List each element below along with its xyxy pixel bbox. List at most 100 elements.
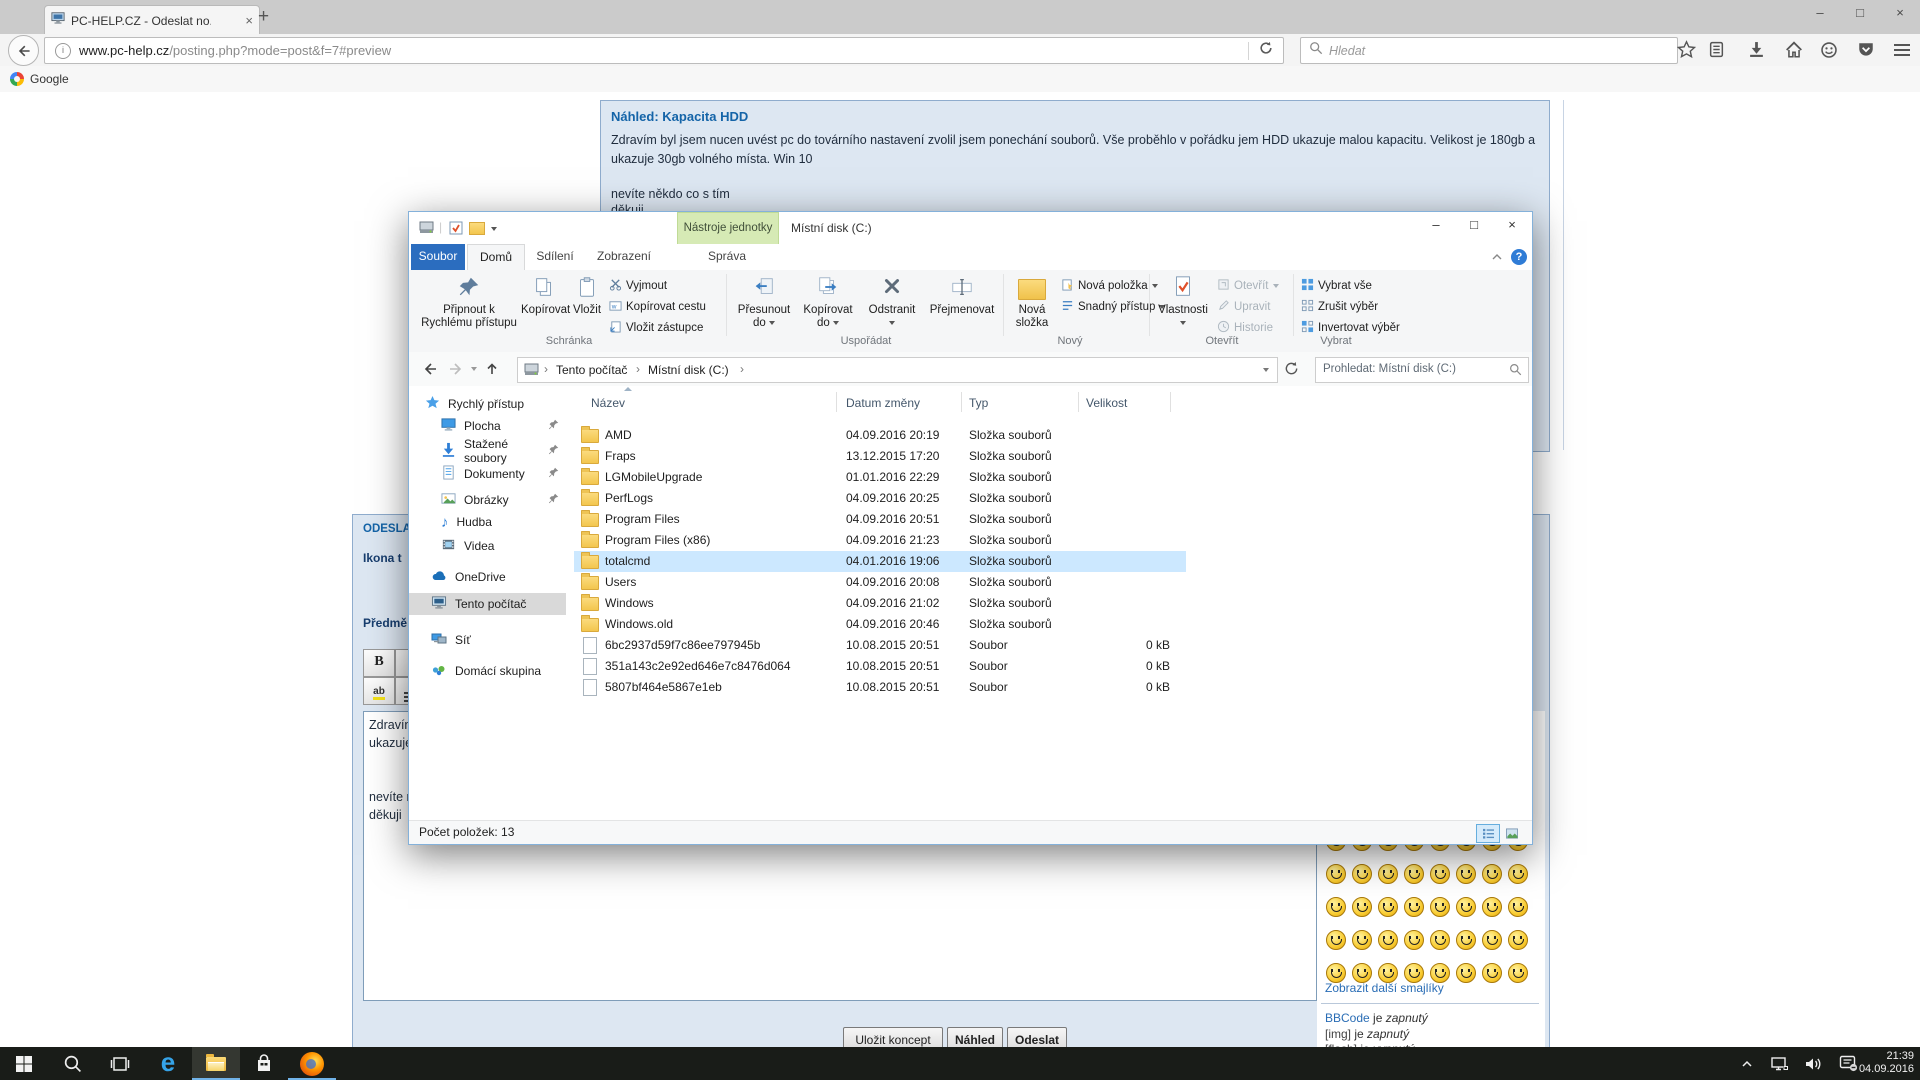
highlight-button[interactable]: ab (363, 677, 395, 705)
rename-button[interactable]: Přejmenovat (925, 272, 999, 334)
explorer-taskbar-icon[interactable] (192, 1047, 240, 1080)
sidebar-item-videos[interactable]: Videa (441, 536, 494, 556)
browser-close-button[interactable]: × (1880, 0, 1920, 27)
sidebar-item-desktop[interactable]: Plocha (441, 416, 559, 436)
contextual-tab-drive-tools[interactable]: Nástroje jednotky (677, 212, 779, 246)
details-view-button[interactable] (1476, 824, 1500, 843)
sidebar-item-pictures[interactable]: Obrázky (441, 490, 559, 510)
tab-view[interactable]: Zobrazení (587, 244, 661, 270)
column-header-type[interactable]: Typ (969, 396, 988, 410)
nav-up-icon[interactable] (483, 360, 501, 381)
sidebar-item-music[interactable]: ♪ Hudba (441, 512, 492, 532)
sidebar-item-quick-access[interactable]: Rychlý přístup (425, 394, 524, 414)
cut-button[interactable]: Vyjmout (609, 276, 667, 296)
ribbon-collapse-icon[interactable] (1491, 251, 1503, 266)
sidebar-item-this-pc[interactable]: Tento počítač (431, 594, 526, 614)
downloads-icon[interactable] (1742, 37, 1770, 62)
browser-tab[interactable]: PC-HELP.CZ - Odeslat no... × (44, 5, 260, 35)
smiley-icon[interactable] (1378, 930, 1398, 950)
qat-customize-icon[interactable] (491, 227, 497, 231)
smiley-icon[interactable] (1378, 963, 1398, 983)
menu-hamburger-icon[interactable] (1888, 37, 1916, 62)
file-row[interactable]: Windows04.09.2016 21:02Složka souborů (566, 593, 1532, 614)
file-row[interactable]: LGMobileUpgrade01.01.2016 22:29Složka so… (566, 467, 1532, 488)
file-row[interactable]: AMD04.09.2016 20:19Složka souborů (566, 425, 1532, 446)
tab-home[interactable]: Domů (467, 244, 525, 271)
smiley-icon[interactable] (1456, 930, 1476, 950)
explorer-minimize-button[interactable]: – (1416, 212, 1456, 239)
smiley-icon[interactable] (1456, 897, 1476, 917)
taskbar-clock[interactable]: 21:39 04.09.2016 (1859, 1050, 1914, 1076)
file-row[interactable]: 6bc2937d59f7c86ee797945b10.08.2015 20:51… (566, 635, 1532, 656)
nav-forward-icon[interactable] (447, 360, 465, 381)
select-all-button[interactable]: Vybrat vše (1301, 276, 1372, 296)
smiley-icon[interactable] (1430, 864, 1450, 884)
smiley-icon[interactable] (1404, 963, 1424, 983)
smiley-icon[interactable] (1508, 897, 1528, 917)
copy-path-button[interactable]: w Kopírovat cestu (609, 297, 706, 317)
smiley-icon[interactable] (1326, 864, 1346, 884)
smiley-icon[interactable] (1352, 897, 1372, 917)
store-taskbar-icon[interactable] (240, 1047, 288, 1080)
bookmarks-menu-icon[interactable] (1702, 37, 1730, 62)
file-row-selected[interactable]: totalcmd04.01.2016 19:06Složka souborů (574, 551, 1186, 572)
qat-new-folder-icon[interactable] (469, 222, 485, 235)
smiley-icon[interactable] (1404, 864, 1424, 884)
tab-close-icon[interactable]: × (245, 13, 253, 28)
move-to-button[interactable]: Přesunoutdo (733, 272, 795, 334)
volume-tray-icon[interactable] (1798, 1047, 1828, 1080)
column-header-size[interactable]: Velikost (1086, 396, 1127, 410)
more-smilies-link[interactable]: Zobrazit další smajlíky (1325, 981, 1444, 995)
explorer-maximize-button[interactable]: □ (1454, 212, 1494, 239)
site-info-icon[interactable]: i (55, 43, 71, 59)
network-tray-icon[interactable] (1764, 1047, 1794, 1080)
smiley-icon[interactable] (1352, 930, 1372, 950)
smiley-icon[interactable] (1508, 864, 1528, 884)
smiley-icon[interactable] (1456, 864, 1476, 884)
sidebar-item-documents[interactable]: Dokumenty (441, 464, 559, 484)
smiley-icon[interactable] (1352, 963, 1372, 983)
copy-button[interactable]: Kopírovat (521, 272, 567, 334)
select-none-button[interactable]: Zrušit výběr (1301, 297, 1378, 317)
edge-taskbar-icon[interactable]: e (144, 1047, 192, 1080)
smiley-icon[interactable] (1508, 930, 1528, 950)
smiley-icon[interactable] (1482, 864, 1502, 884)
smiley-icon[interactable] (1430, 897, 1450, 917)
smiley-icon[interactable] (1352, 864, 1372, 884)
help-icon[interactable]: ? (1511, 249, 1527, 265)
new-tab-button[interactable]: + (258, 6, 269, 28)
file-row[interactable]: 5807bf464e5867e1eb10.08.2015 20:51Soubor… (566, 677, 1532, 698)
file-row[interactable]: Program Files04.09.2016 20:51Složka soub… (566, 509, 1532, 530)
sidebar-item-network[interactable]: Síť (431, 630, 471, 650)
copy-to-button[interactable]: Kopírovatdo (797, 272, 859, 334)
reload-icon[interactable] (1249, 41, 1283, 60)
feedback-smiley-icon[interactable] (1815, 37, 1843, 62)
back-button[interactable] (8, 35, 39, 66)
smiley-icon[interactable] (1456, 963, 1476, 983)
refresh-icon[interactable] (1284, 361, 1299, 379)
sidebar-item-onedrive[interactable]: OneDrive (431, 567, 506, 587)
smiley-icon[interactable] (1326, 930, 1346, 950)
tab-manage[interactable]: Správa (677, 244, 777, 270)
column-header-date[interactable]: Datum změny (846, 396, 920, 410)
new-folder-button[interactable]: Novásložka (1009, 272, 1055, 334)
file-row[interactable]: Fraps13.12.2015 17:20Složka souborů (566, 446, 1532, 467)
smiley-icon[interactable] (1430, 963, 1450, 983)
bookmark-google[interactable]: Google (30, 72, 69, 86)
breadcrumb-bar[interactable]: Tento počítač Místní disk (C:) (517, 357, 1278, 383)
large-icons-view-button[interactable] (1500, 824, 1524, 843)
smiley-icon[interactable] (1378, 864, 1398, 884)
delete-button[interactable]: Odstranit (861, 272, 923, 334)
file-row[interactable]: Windows.old04.09.2016 20:46Složka soubor… (566, 614, 1532, 635)
new-item-button[interactable]: Nová položka (1061, 276, 1158, 296)
sidebar-item-homegroup[interactable]: Domácí skupina (431, 661, 541, 681)
file-row[interactable]: 351a143c2e92ed646e7c8476d06410.08.2015 2… (566, 656, 1532, 677)
smiley-icon[interactable] (1482, 897, 1502, 917)
file-row[interactable]: PerfLogs04.09.2016 20:25Složka souborů (566, 488, 1532, 509)
pin-to-quick-access-button[interactable]: Připnout kRychlému přístupu (421, 272, 517, 334)
taskbar-search-button[interactable] (48, 1047, 96, 1080)
smiley-icon[interactable] (1482, 963, 1502, 983)
qat-properties-icon[interactable] (449, 221, 463, 238)
url-bar[interactable]: i www.pc-help.cz/posting.php?mode=post&f… (44, 37, 1284, 64)
bold-button[interactable]: B (363, 649, 395, 677)
